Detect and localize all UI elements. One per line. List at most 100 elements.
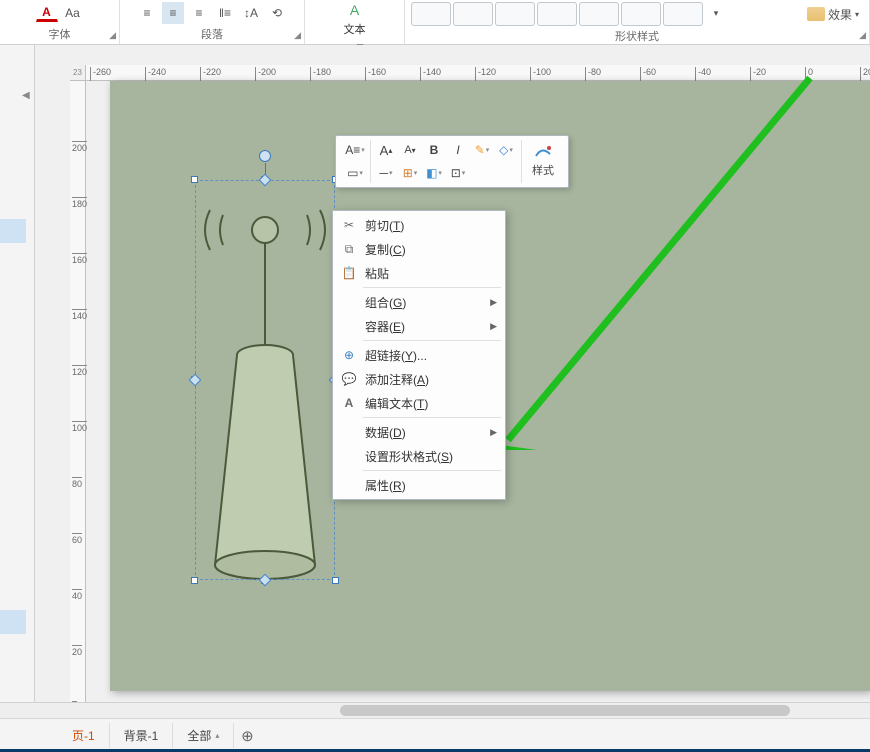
ruler-mark: -240 [145,67,166,81]
canvas-area[interactable]: 23 -260-240-220-200-180-160-140-120-100-… [35,45,870,702]
styles-button[interactable]: 样式 [526,140,560,180]
ruler-mark: 180 [72,197,87,209]
ruler-mark: 20 [72,645,82,657]
ruler-mark: -40 [695,67,711,81]
shape-tool-icon[interactable]: ◇▾ [495,140,517,160]
font-case-icon[interactable]: Aa [62,2,84,24]
panel-strip[interactable] [0,219,26,243]
menu-hyperlink[interactable]: ⊕ 超链接(Y)... [333,343,505,367]
bottom-bar: 页-1 背景-1 全部▴ ⊕ [0,702,870,752]
ribbon: A Aa 字体 ◢ ≡ ≡ ≡ ‖≡ ↕A ⟲ 段落 ◢ A 文本 工具 [0,0,870,45]
increase-font-icon[interactable]: A▴ [375,140,397,160]
vertical-ruler: 200180160140120100806040200 [70,81,86,702]
shape-style-preset[interactable] [663,2,703,26]
rotate-handle[interactable] [259,150,271,162]
ribbon-group-font: A Aa 字体 ◢ [0,0,120,44]
menu-add-comment[interactable]: 💬 添加注释(A) [333,367,505,391]
edit-text-icon: A [339,396,359,410]
text-align-icon[interactable]: A≡▾ [344,140,366,160]
align-left-icon[interactable]: ≡ [136,2,158,24]
text-direction-icon[interactable]: ↕A [240,2,262,24]
ribbon-group-paragraph: ≡ ≡ ≡ ‖≡ ↕A ⟲ 段落 ◢ [120,0,305,44]
all-tab[interactable]: 全部▴ [173,723,234,748]
resize-handle[interactable] [332,577,339,584]
paste-icon: 📋 [339,266,359,280]
dialog-launcher-icon[interactable]: ◢ [294,30,301,41]
shape-style-preset[interactable] [537,2,577,26]
group-icon[interactable]: ⊡▾ [447,163,469,183]
ruler-corner: 23 [70,65,86,81]
gallery-more-icon[interactable]: ▾ [705,2,727,24]
align-center-icon[interactable]: ≡ [162,2,184,24]
bring-front-icon[interactable]: ◧▾ [423,163,445,183]
decrease-font-icon[interactable]: A▾ [399,140,421,160]
effects-button[interactable]: 效果 ▾ [803,4,863,25]
effects-icon [807,7,825,21]
ruler-mark: -200 [255,67,276,81]
line-icon[interactable]: ─▾ [375,163,397,183]
shape-style-preset[interactable] [621,2,661,26]
menu-copy[interactable]: ⧉ 复制(C) [333,237,505,261]
background-tab[interactable]: 背景-1 [110,723,174,748]
wireless-tower-shape[interactable] [195,180,335,580]
menu-properties[interactable]: 属性(R) [333,473,505,497]
cut-icon: ✂ [339,218,359,232]
fill-icon[interactable]: ▭▾ [344,163,366,183]
menu-format-shape[interactable]: 设置形状格式(S) [333,444,505,468]
align-icon[interactable]: ⊞▾ [399,163,421,183]
context-menu: ✂ 剪切(T) ⧉ 复制(C) 📋 粘贴 组合(G) ▶ 容器(E) ▶ [332,210,506,500]
ribbon-label-paragraph: 段落 [201,24,223,42]
ribbon-group-shape-styles: ▾ 效果 ▾ 形状样式 ◢ [405,0,870,44]
menu-group[interactable]: 组合(G) ▶ [333,290,505,314]
shape-style-preset[interactable] [579,2,619,26]
submenu-arrow-icon: ▶ [490,427,497,438]
copy-icon: ⧉ [339,242,359,257]
menu-container[interactable]: 容器(E) ▶ [333,314,505,338]
shape-style-preset[interactable] [495,2,535,26]
ruler-mark: 80 [72,477,82,489]
page-tab[interactable]: 页-1 [58,723,110,748]
rotate-text-icon[interactable]: ⟲ [266,2,288,24]
panel-strip[interactable] [0,610,26,634]
shape-style-preset[interactable] [411,2,451,26]
menu-cut[interactable]: ✂ 剪切(T) [333,213,505,237]
ruler-mark: 100 [72,421,87,433]
highlight-icon[interactable]: ✎▾ [471,140,493,160]
mini-toolbar: A≡▾ ▭▾ A▴ A▾ B I ✎▾ ◇▾ ─▾ ⊞▾ ◧▾ [335,135,569,188]
page-tabs: 页-1 背景-1 全部▴ ⊕ [0,719,870,752]
font-color-icon[interactable]: A [36,4,58,22]
submenu-arrow-icon: ▶ [490,321,497,332]
bold-icon[interactable]: B [423,140,445,160]
textbox-icon[interactable]: A [350,2,359,18]
ruler-mark: -160 [365,67,386,81]
resize-handle[interactable] [191,176,198,183]
dialog-launcher-icon[interactable]: ◢ [859,30,866,41]
italic-icon[interactable]: I [447,140,469,160]
shape-style-preset[interactable] [453,2,493,26]
menu-data[interactable]: 数据(D) ▶ [333,420,505,444]
menu-edit-text[interactable]: A 编辑文本(T) [333,391,505,415]
submenu-arrow-icon: ▶ [490,297,497,308]
line-spacing-icon[interactable]: ‖≡ [214,2,236,24]
ruler-mark: 200 [72,141,87,153]
ruler-mark: 160 [72,253,87,265]
ruler-mark: 20 [860,67,870,81]
dialog-launcher-icon[interactable]: ◢ [109,30,116,41]
menu-paste[interactable]: 📋 粘贴 [333,261,505,285]
comment-icon: 💬 [339,372,359,386]
shapes-panel-collapsed: ◀ [0,45,35,702]
resize-handle[interactable] [191,577,198,584]
align-right-icon[interactable]: ≡ [188,2,210,24]
shape-style-gallery[interactable]: ▾ [411,2,727,26]
horizontal-scrollbar[interactable] [0,703,870,719]
ruler-mark: -260 [90,67,111,81]
ruler-mark: 40 [72,589,82,601]
panel-expand-icon[interactable]: ◀ [22,90,30,101]
selected-shape[interactable] [195,180,335,580]
add-page-button[interactable]: ⊕ [234,723,260,749]
ribbon-label-font: 字体 [49,24,71,42]
scrollbar-thumb[interactable] [340,705,790,716]
horizontal-ruler: -260-240-220-200-180-160-140-120-100-80-… [70,65,870,81]
text-button[interactable]: 文本 [342,19,368,39]
ruler-mark: 140 [72,309,87,321]
